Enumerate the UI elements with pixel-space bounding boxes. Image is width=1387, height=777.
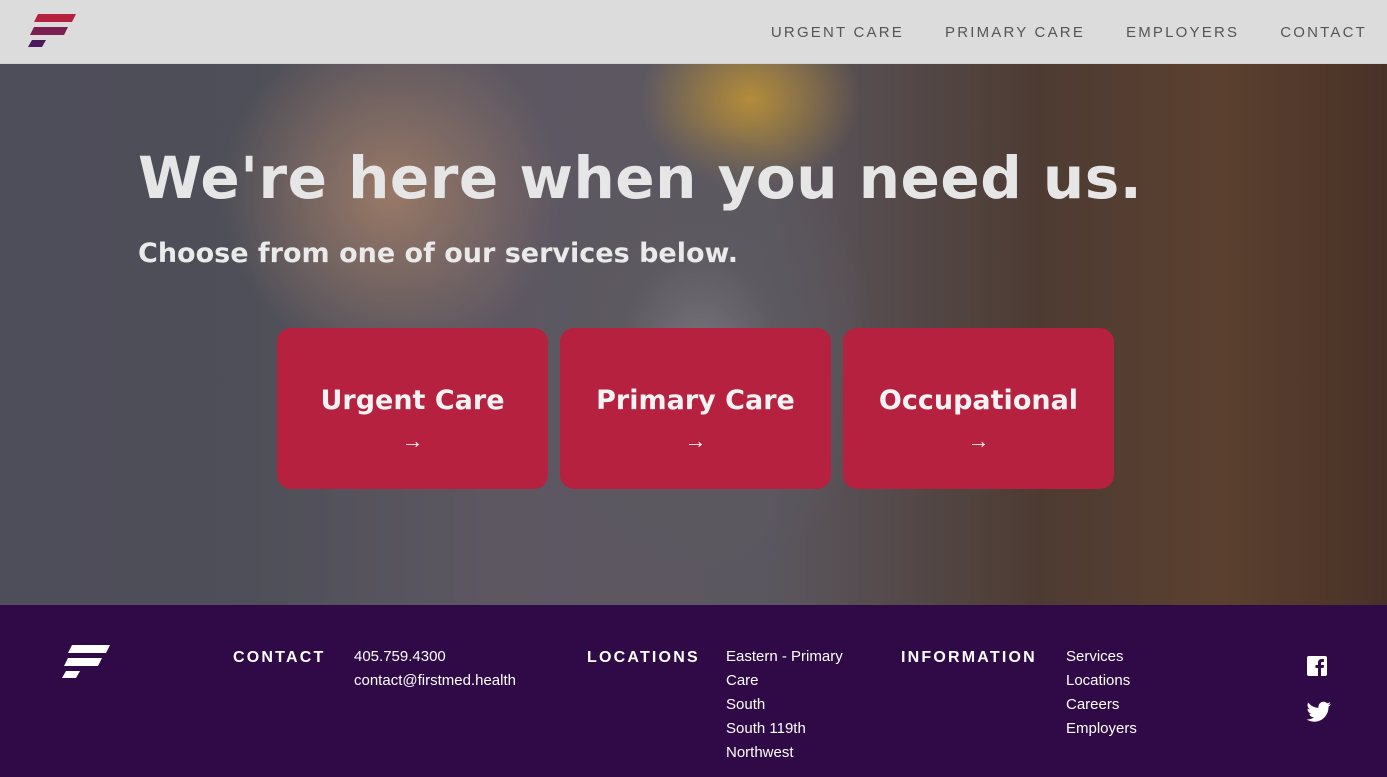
footer-email-link[interactable]: contact@firstmed.health (354, 669, 516, 693)
hero-section: We're here when you need us. Choose from… (0, 64, 1387, 605)
nav-contact[interactable]: CONTACT (1280, 24, 1367, 41)
card-label: Occupational (878, 385, 1079, 416)
footer-phone-link[interactable]: 405.759.4300 (354, 645, 516, 669)
urgent-care-card[interactable]: Urgent Care → (277, 328, 548, 489)
footer-location-link[interactable]: South 119th (726, 717, 866, 741)
social-links (1306, 655, 1331, 747)
footer-info-link[interactable]: Locations (1066, 669, 1137, 693)
footer-info-link[interactable]: Employers (1066, 717, 1137, 741)
arrow-right-icon: → (684, 428, 707, 453)
primary-care-card[interactable]: Primary Care → (560, 328, 831, 489)
footer-locations-list: Eastern - Primary Care South South 119th… (726, 645, 866, 765)
card-label: Primary Care (596, 385, 795, 416)
footer-info-link[interactable]: Services (1066, 645, 1137, 669)
site-footer: CONTACT 405.759.4300 contact@firstmed.he… (0, 605, 1387, 777)
service-cards: Urgent Care → Primary Care → Occupationa… (277, 328, 1114, 489)
footer-information-list: Services Locations Careers Employers (1066, 645, 1137, 741)
footer-information-heading: INFORMATION (901, 649, 1037, 666)
hero-subtitle: Choose from one of our services below. (138, 238, 738, 269)
nav-primary-care[interactable]: PRIMARY CARE (945, 24, 1085, 41)
main-nav: URGENT CARE PRIMARY CARE EMPLOYERS CONTA… (730, 0, 1367, 64)
hero-title: We're here when you need us. (138, 144, 1143, 212)
arrow-right-icon: → (401, 428, 424, 453)
nav-urgent-care[interactable]: URGENT CARE (771, 24, 904, 41)
arrow-right-icon: → (967, 428, 990, 453)
footer-location-link[interactable]: South (726, 693, 866, 717)
footer-location-link[interactable]: Northwest (726, 741, 866, 765)
footer-contact-list: 405.759.4300 contact@firstmed.health (354, 645, 516, 693)
site-header: URGENT CARE PRIMARY CARE EMPLOYERS CONTA… (0, 0, 1387, 64)
firstmed-logo-icon[interactable] (28, 14, 78, 48)
firstmed-logo-icon[interactable] (62, 645, 112, 679)
occupational-card[interactable]: Occupational → (843, 328, 1114, 489)
footer-info-link[interactable]: Careers (1066, 693, 1137, 717)
twitter-icon[interactable] (1306, 701, 1331, 725)
facebook-icon[interactable] (1306, 655, 1330, 679)
nav-employers[interactable]: EMPLOYERS (1126, 24, 1239, 41)
card-label: Urgent Care (320, 385, 505, 416)
footer-contact-heading: CONTACT (233, 649, 326, 666)
footer-locations-heading: LOCATIONS (587, 649, 700, 666)
footer-location-link[interactable]: Eastern - Primary Care (726, 645, 866, 693)
